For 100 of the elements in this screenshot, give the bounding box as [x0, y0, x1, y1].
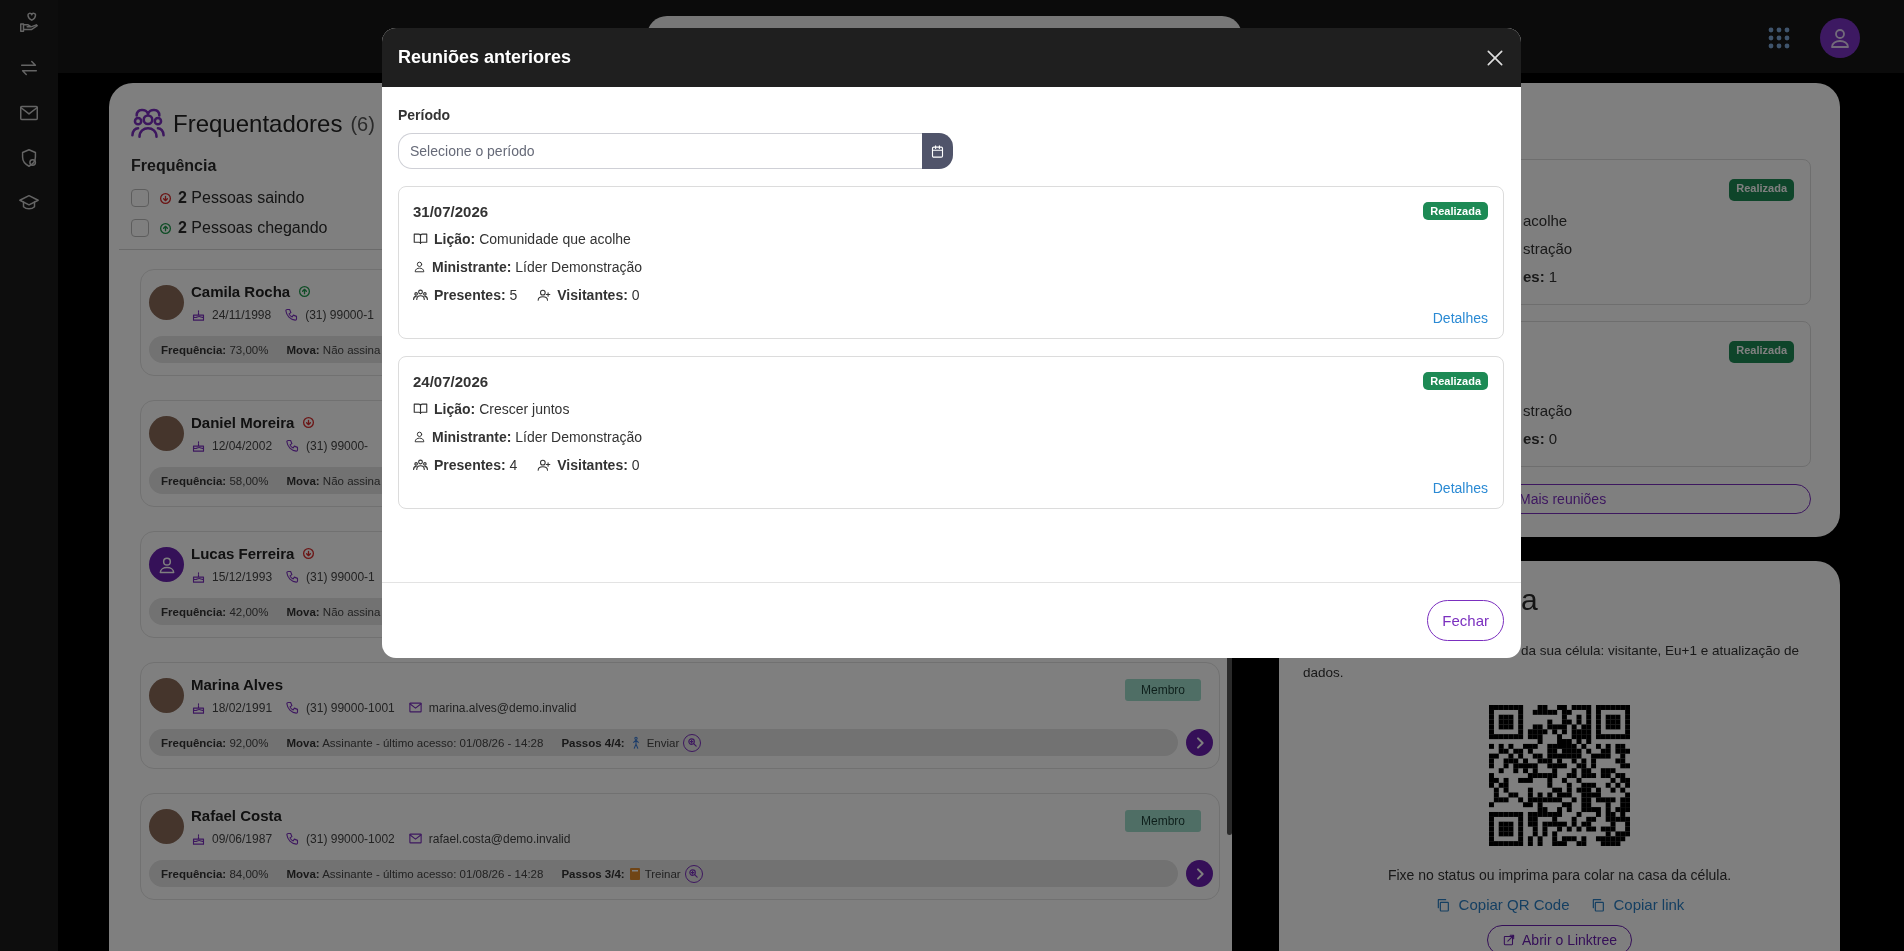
book-icon: [413, 231, 428, 246]
arrow-down-circle-icon: [302, 547, 316, 560]
attendee-name: Camila Rocha: [191, 283, 291, 300]
phone-icon: [284, 307, 300, 322]
mova-text: Mova: Não assina: [286, 605, 381, 618]
birthdate: 15/12/1993: [212, 569, 273, 584]
phone-number: (31) 99000-1: [306, 569, 375, 584]
photo-placeholder: [149, 678, 184, 713]
birthdate: 18/02/1991: [212, 700, 273, 715]
search-icon: [686, 737, 698, 748]
meeting-date: 24/07/2026: [413, 372, 489, 390]
photo-placeholder: [149, 285, 184, 320]
status-tag: Realizada: [1729, 179, 1794, 201]
panel-title: Frequentadores: [173, 110, 343, 138]
frequency-text: Frequência: 92,00%: [161, 736, 269, 749]
steps-label: Passos 3/4:: [561, 867, 625, 880]
birthdate: 09/06/1987: [212, 831, 273, 846]
birthdate: 24/11/1998: [212, 307, 272, 322]
arrow-down-circle-icon: [159, 191, 172, 205]
calendar-button[interactable]: [922, 133, 953, 169]
arrow-up-circle-icon: [159, 221, 172, 235]
period-field[interactable]: Selecione o período: [398, 133, 922, 169]
hand-heart-icon[interactable]: [18, 12, 40, 34]
close-button[interactable]: Fechar: [1427, 600, 1504, 641]
lesson-text: acolhe: [1523, 211, 1568, 229]
photo-placeholder: [149, 809, 184, 844]
people-icon: [131, 107, 165, 141]
copy-link[interactable]: Copiar link: [1589, 896, 1685, 913]
scrollbar-thumb[interactable]: [1227, 655, 1232, 835]
frequency-text: Frequência: 58,00%: [161, 474, 269, 487]
user-avatar[interactable]: [1820, 18, 1860, 58]
cake-icon: [191, 307, 206, 322]
section-title: Frequência: [131, 157, 218, 175]
phone-icon: [285, 831, 301, 846]
minister-text: stração: [1523, 401, 1573, 419]
person-plus-icon: [537, 287, 552, 302]
frequency-text: Frequência: 84,00%: [161, 867, 269, 880]
mova-text: Mova: Não assina: [286, 474, 381, 487]
member-tag: Membro: [1125, 810, 1201, 832]
attendee-count: (6): [350, 112, 375, 136]
phone-icon: [285, 700, 301, 715]
visitors-text: es: 1: [1523, 267, 1558, 285]
cake-icon: [191, 569, 206, 584]
visitors-text: Visitantes: 0: [557, 456, 640, 473]
steps-label: Passos 4/4:: [561, 736, 625, 749]
minister-text: Ministrante: Líder Demonstração: [432, 258, 643, 275]
email-address: marina.alves@demo.invalid: [428, 700, 577, 715]
frequency-text: Frequência: 73,00%: [161, 343, 269, 356]
search-icon: [688, 868, 700, 879]
arrow-down-circle-icon: [302, 416, 316, 429]
phone-icon: [285, 569, 301, 584]
group-icon: [413, 287, 428, 302]
open-button[interactable]: [1186, 729, 1213, 756]
person-icon: [413, 260, 426, 273]
cake-icon: [191, 700, 206, 715]
qr-caption: Fixe no status ou imprima para colar na casa da célula.: [1387, 867, 1732, 883]
phone-number: (31) 99000-: [306, 438, 369, 453]
cake-icon: [191, 831, 206, 846]
book-icon: [413, 401, 428, 416]
panel-title: a: [1520, 582, 1539, 618]
email-address: rafael.costa@demo.invalid: [428, 831, 571, 846]
frequency-text: Frequência: 42,00%: [161, 605, 269, 618]
meeting-date: 31/07/2026: [413, 202, 489, 220]
step-action: Treinar: [644, 867, 681, 880]
details-link[interactable]: Detalhes: [1432, 310, 1488, 326]
phone-icon: [285, 438, 301, 453]
status-tag: Realizada: [1423, 372, 1488, 390]
group-icon: [413, 457, 428, 472]
status-tag: Realizada: [1423, 202, 1488, 220]
present-text: Presentes: 5: [434, 286, 518, 303]
person-icon: [1828, 26, 1852, 50]
minister-text: stração: [1523, 239, 1573, 257]
filter-label: 2 Pessoas saindo: [178, 189, 305, 207]
visitors-text: Visitantes: 0: [557, 286, 640, 303]
person-icon: [413, 430, 426, 443]
step-action: Enviar: [646, 736, 680, 749]
open-linktree-button[interactable]: Abrir o Linktree: [1487, 925, 1632, 951]
lesson-text: Lição: Crescer juntos: [434, 400, 570, 417]
mail-icon: [407, 831, 423, 846]
mova-text: Mova: Não assina: [286, 343, 381, 356]
apps-grid-icon[interactable]: [1768, 27, 1790, 49]
attendee-name: Rafael Costa: [191, 807, 282, 824]
checkbox[interactable]: [131, 219, 149, 237]
book-icon: [628, 866, 641, 881]
photo-placeholder: [149, 416, 184, 451]
field-label: Período: [398, 107, 452, 123]
attendee-name: Marina Alves: [191, 676, 283, 693]
panel-description: da sua célula: visitante, Eu+1 e atualização de dados.: [1303, 642, 1801, 682]
present-text: Presentes: 4: [434, 456, 518, 473]
open-button[interactable]: [1186, 860, 1213, 887]
cake-icon: [191, 438, 206, 453]
status-tag: Realizada: [1729, 341, 1794, 363]
checkbox[interactable]: [131, 189, 149, 207]
copy-link[interactable]: Copiar QR Code: [1434, 896, 1570, 913]
calendar-icon: [930, 143, 945, 159]
filter-label: 2 Pessoas chegando: [178, 219, 328, 237]
dialog-title: Reuniões anteriores: [398, 47, 572, 68]
attendee-name: Daniel Moreira: [191, 414, 295, 431]
lesson-text: Lição: Comunidade que acolhe: [434, 230, 631, 247]
attendee-name: Lucas Ferreira: [191, 545, 295, 562]
